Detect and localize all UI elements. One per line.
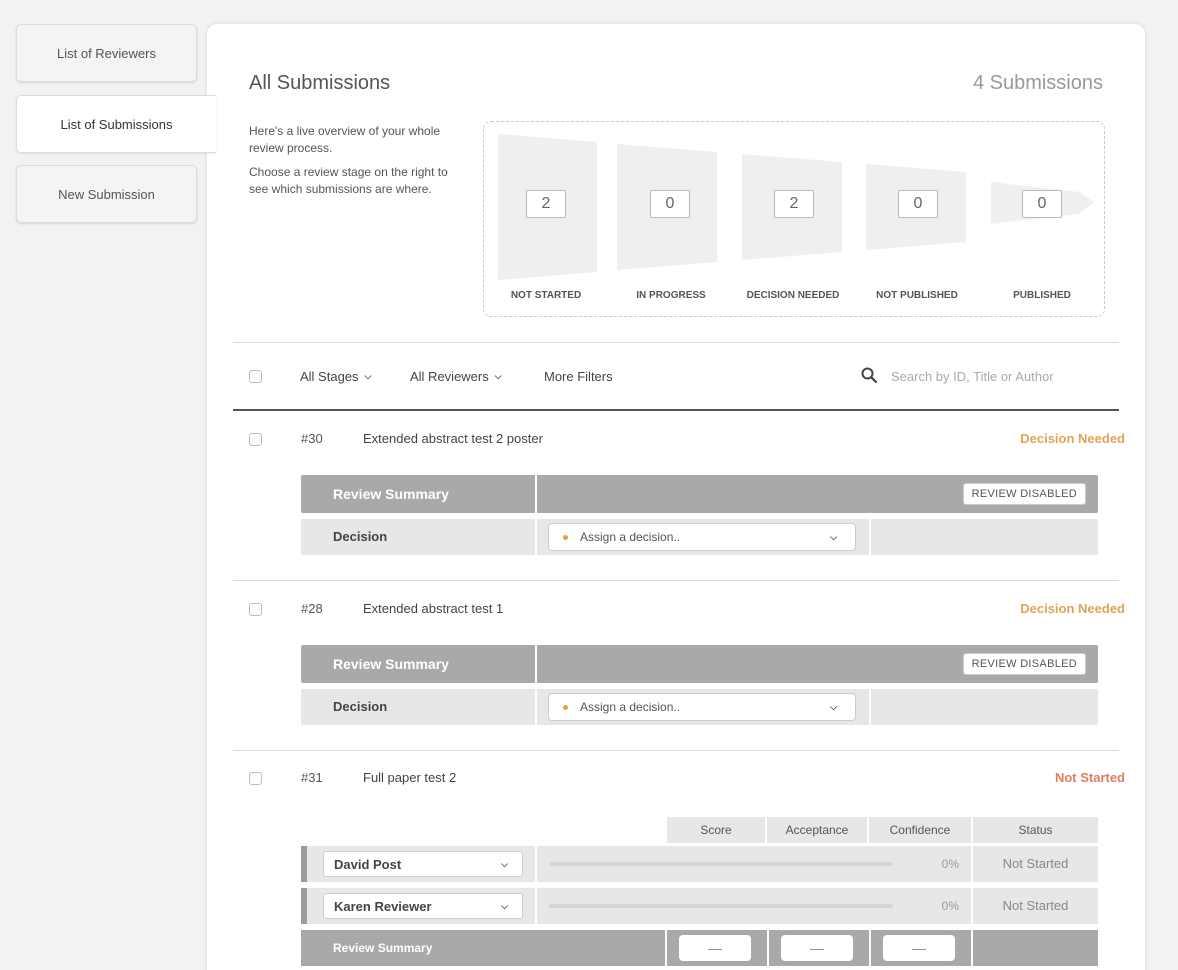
column-header-acceptance: Acceptance bbox=[767, 817, 867, 843]
search-input[interactable] bbox=[891, 364, 1091, 388]
all-stages-dropdown[interactable]: All Stages ⌵ bbox=[300, 369, 371, 384]
stage-label: PUBLISHED bbox=[1013, 290, 1071, 301]
review-disabled-button[interactable]: REVIEW DISABLED bbox=[962, 653, 1086, 675]
chevron-down-icon: ⌵ bbox=[494, 371, 502, 381]
decision-row: Decision Assign a decision.. ⌵ bbox=[301, 689, 1098, 725]
more-filters-label: More Filters bbox=[544, 369, 613, 384]
review-progress-bar bbox=[549, 862, 893, 866]
main-panel: All Submissions 4 Submissions Here's a l… bbox=[207, 24, 1145, 970]
sidebar-item-new-submission[interactable]: New Submission bbox=[16, 165, 197, 223]
chevron-down-icon: ⌵ bbox=[501, 858, 508, 869]
search-icon[interactable] bbox=[861, 367, 877, 383]
submission-id: #28 bbox=[301, 601, 323, 616]
stage-count: 0 bbox=[650, 190, 690, 218]
review-progress-percent: 0% bbox=[941, 899, 959, 913]
review-progress-percent: 0% bbox=[941, 857, 959, 871]
column-header-confidence: Confidence bbox=[869, 817, 971, 843]
divider bbox=[233, 750, 1119, 751]
stage-decision-needed[interactable]: 2 DECISION NEEDED bbox=[738, 122, 862, 316]
decision-select-value: Assign a decision.. bbox=[580, 530, 681, 544]
pending-dot-icon bbox=[563, 704, 568, 710]
stage-label: IN PROGRESS bbox=[636, 290, 706, 301]
sidebar-item-list-of-reviewers[interactable]: List of Reviewers bbox=[16, 24, 197, 82]
reviewer-select[interactable]: Karen Reviewer ⌵ bbox=[323, 893, 523, 919]
stage-not-started[interactable]: 2 NOT STARTED bbox=[484, 122, 614, 316]
submission-status-badge: Not Started bbox=[1054, 770, 1125, 785]
stage-funnel: 2 NOT STARTED 0 IN PROGRESS 2 DECISION N… bbox=[483, 121, 1105, 317]
stage-count: 2 bbox=[774, 190, 814, 218]
all-reviewers-label: All Reviewers bbox=[410, 369, 489, 384]
select-all-checkbox[interactable] bbox=[249, 370, 262, 383]
review-summary-bar: Review Summary REVIEW DISABLED bbox=[301, 645, 1098, 683]
review-summary-label: Review Summary bbox=[333, 656, 449, 672]
submission-title[interactable]: Extended abstract test 2 poster bbox=[363, 431, 543, 446]
submission-id: #30 bbox=[301, 431, 323, 446]
chevron-down-icon: ⌵ bbox=[830, 531, 837, 542]
review-summary-label: Review Summary bbox=[333, 486, 449, 502]
summary-acceptance-field: — bbox=[781, 935, 853, 961]
review-summary-bar: Review Summary — — — bbox=[301, 930, 1098, 966]
sidebar-item-label: New Submission bbox=[58, 186, 155, 202]
divider bbox=[233, 342, 1119, 343]
page-title: All Submissions bbox=[249, 72, 391, 94]
sidebar-item-label: List of Reviewers bbox=[57, 45, 156, 61]
decision-label: Decision bbox=[333, 699, 388, 714]
reviewer-status: Not Started bbox=[1002, 856, 1069, 871]
review-progress-bar bbox=[549, 904, 893, 908]
submission-id: #31 bbox=[301, 770, 323, 785]
stage-not-published[interactable]: 0 NOT PUBLISHED bbox=[862, 122, 986, 316]
submission-title[interactable]: Extended abstract test 1 bbox=[363, 601, 503, 616]
submission-status-badge: Decision Needed bbox=[1020, 601, 1125, 616]
stage-label: DECISION NEEDED bbox=[746, 290, 840, 301]
reviewer-status: Not Started bbox=[1002, 898, 1069, 913]
stage-published[interactable]: 0 PUBLISHED bbox=[986, 122, 1104, 316]
review-disabled-button[interactable]: REVIEW DISABLED bbox=[962, 483, 1086, 505]
summary-score-field: — bbox=[679, 935, 751, 961]
decision-label: Decision bbox=[333, 529, 388, 544]
intro-text-instructions: Choose a review stage on the right to se… bbox=[249, 165, 448, 196]
review-summary-label: Review Summary bbox=[333, 941, 433, 955]
submission-status-badge: Decision Needed bbox=[1020, 431, 1125, 446]
stage-label: NOT STARTED bbox=[510, 290, 582, 301]
chevron-down-icon: ⌵ bbox=[830, 701, 837, 712]
column-header-status: Status bbox=[973, 817, 1098, 843]
submission-title[interactable]: Full paper test 2 bbox=[363, 770, 456, 785]
stage-in-progress[interactable]: 0 IN PROGRESS bbox=[614, 122, 738, 316]
all-stages-label: All Stages bbox=[300, 369, 359, 384]
reviewer-name: Karen Reviewer bbox=[334, 898, 432, 914]
reviewer-row: David Post ⌵ 0% Not Started bbox=[301, 846, 1098, 882]
decision-row: Decision Assign a decision.. ⌵ bbox=[301, 519, 1098, 555]
submission-count: 4 Submissions bbox=[972, 72, 1103, 94]
stage-count: 0 bbox=[898, 190, 938, 218]
submission-checkbox[interactable] bbox=[249, 433, 262, 446]
chevron-down-icon: ⌵ bbox=[364, 371, 372, 381]
submission-checkbox[interactable] bbox=[249, 772, 262, 785]
stage-count: 0 bbox=[1022, 190, 1062, 218]
chevron-down-icon: ⌵ bbox=[501, 900, 508, 911]
list-header-divider bbox=[233, 409, 1119, 411]
divider bbox=[233, 580, 1119, 581]
reviewer-select[interactable]: David Post ⌵ bbox=[323, 851, 523, 877]
decision-select-value: Assign a decision.. bbox=[580, 700, 681, 714]
reviewer-row: Karen Reviewer ⌵ 0% Not Started bbox=[301, 888, 1098, 924]
decision-select[interactable]: Assign a decision.. ⌵ bbox=[548, 523, 856, 551]
reviewer-name: David Post bbox=[334, 856, 402, 872]
column-header-score: Score bbox=[667, 817, 765, 843]
summary-confidence-field: — bbox=[883, 935, 955, 961]
all-reviewers-dropdown[interactable]: All Reviewers ⌵ bbox=[410, 369, 502, 384]
more-filters-button[interactable]: More Filters bbox=[544, 369, 613, 384]
decision-select[interactable]: Assign a decision.. ⌵ bbox=[548, 693, 856, 721]
stage-label: NOT PUBLISHED bbox=[876, 290, 958, 301]
intro-text-overview: Here's a live overview of your whole rev… bbox=[249, 124, 441, 155]
submission-checkbox[interactable] bbox=[249, 603, 262, 616]
sidebar-item-list-of-submissions[interactable]: List of Submissions bbox=[16, 95, 216, 153]
sidebar-item-label: List of Submissions bbox=[60, 116, 173, 132]
pending-dot-icon bbox=[563, 534, 568, 540]
review-summary-bar: Review Summary REVIEW DISABLED bbox=[301, 475, 1098, 513]
stage-count: 2 bbox=[526, 190, 566, 218]
